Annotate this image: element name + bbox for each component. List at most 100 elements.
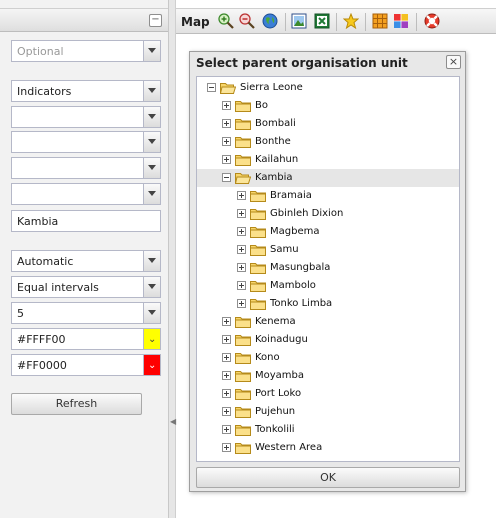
- expand-toggle-icon[interactable]: [222, 389, 231, 398]
- tree-node-bombali[interactable]: Bombali: [197, 115, 459, 133]
- expand-toggle-icon[interactable]: [222, 353, 231, 362]
- tree-node-label: Gbinleh Dixion: [270, 208, 344, 219]
- collapse-panel-button[interactable]: −: [149, 14, 162, 27]
- tree-node-label: Bonthe: [255, 136, 291, 147]
- tree-node-bonthe[interactable]: Bonthe: [197, 133, 459, 151]
- tree-node-label: Port Loko: [255, 388, 302, 399]
- tree-node-tonkolili[interactable]: Tonkolili: [197, 421, 459, 439]
- tree-node-label: Tonko Limba: [270, 298, 333, 309]
- folder-icon: [235, 101, 251, 112]
- expand-toggle-icon[interactable]: [222, 119, 231, 128]
- toolbar-separator: [416, 13, 417, 31]
- tree-node-label: Mambolo: [270, 280, 316, 291]
- tree-node-samu[interactable]: Samu: [197, 241, 459, 259]
- tree-node-moyamba[interactable]: Moyamba: [197, 367, 459, 385]
- panel-splitter[interactable]: ◀: [169, 0, 176, 518]
- expand-toggle-icon[interactable]: [237, 245, 246, 254]
- expand-toggle-icon[interactable]: [237, 209, 246, 218]
- org-unit-tree[interactable]: Sierra Leone Bo Bombali Bonthe Kailahun Kamb…: [196, 76, 460, 462]
- tree-node-pujehun[interactable]: Pujehun: [197, 403, 459, 421]
- chevron-down-icon[interactable]: [143, 184, 160, 204]
- collapse-toggle-icon[interactable]: [207, 83, 216, 92]
- chevron-down-icon[interactable]: [143, 303, 160, 323]
- tree-node-label: Kailahun: [255, 154, 299, 165]
- grid-legend-icon[interactable]: [372, 13, 388, 29]
- expand-toggle-icon[interactable]: [237, 191, 246, 200]
- export-image-icon[interactable]: [291, 13, 307, 29]
- legend-method-select[interactable]: Automatic: [11, 250, 161, 272]
- tree-node-kenema[interactable]: Kenema: [197, 313, 459, 331]
- tree-node-bo[interactable]: Bo: [197, 97, 459, 115]
- period-type-select[interactable]: [11, 157, 161, 179]
- folder-icon: [250, 263, 266, 274]
- org-unit-field[interactable]: Kambia: [11, 210, 161, 232]
- zoom-in-icon[interactable]: [218, 13, 234, 29]
- zoom-out-icon[interactable]: [239, 13, 255, 29]
- expand-toggle-icon[interactable]: [237, 281, 246, 290]
- tree-node-gbinleh-dixion[interactable]: Gbinleh Dixion: [197, 205, 459, 223]
- chevron-down-icon[interactable]: [143, 81, 160, 101]
- tree-node-kambia[interactable]: Kambia: [197, 169, 459, 187]
- indicator-group-select[interactable]: [11, 106, 161, 128]
- expand-toggle-icon[interactable]: [237, 263, 246, 272]
- tree-node-port-loko[interactable]: Port Loko: [197, 385, 459, 403]
- expand-toggle-icon[interactable]: [222, 335, 231, 344]
- low-color-field[interactable]: #FFFF00 ⌄: [11, 328, 161, 350]
- tree-node-mambolo[interactable]: Mambolo: [197, 277, 459, 295]
- value-type-select-value: Indicators: [17, 85, 72, 98]
- chevron-down-icon[interactable]: [143, 107, 160, 127]
- favorite-star-icon[interactable]: [342, 12, 360, 30]
- optional-select[interactable]: Optional: [11, 40, 161, 62]
- value-type-select[interactable]: Indicators: [11, 80, 161, 102]
- expand-toggle-icon[interactable]: [237, 227, 246, 236]
- refresh-button[interactable]: Refresh: [11, 393, 142, 415]
- classification-select[interactable]: Equal intervals: [11, 276, 161, 298]
- chevron-down-icon: ⌄: [148, 360, 157, 371]
- expand-toggle-icon[interactable]: [222, 101, 231, 110]
- tree-node-label: Samu: [270, 244, 299, 255]
- tree-node-magbema[interactable]: Magbema: [197, 223, 459, 241]
- tree-node-sierra-leone[interactable]: Sierra Leone: [197, 79, 459, 97]
- indicator-select[interactable]: [11, 131, 161, 153]
- globe-icon[interactable]: [262, 13, 278, 29]
- expand-toggle-icon[interactable]: [222, 407, 231, 416]
- folder-icon: [250, 227, 266, 238]
- period-select[interactable]: [11, 183, 161, 205]
- close-icon[interactable]: ×: [446, 55, 461, 69]
- chevron-down-icon[interactable]: [143, 277, 160, 297]
- dialog-title: Select parent organisation unit: [196, 56, 408, 70]
- tree-node-bramaia[interactable]: Bramaia: [197, 187, 459, 205]
- expand-toggle-icon[interactable]: [222, 155, 231, 164]
- expand-toggle-icon[interactable]: [222, 371, 231, 380]
- classification-value: Equal intervals: [17, 281, 99, 294]
- tree-node-label: Tonkolili: [255, 424, 295, 435]
- ok-button[interactable]: OK: [196, 467, 460, 488]
- chevron-down-icon[interactable]: [143, 251, 160, 271]
- low-color-swatch[interactable]: ⌄: [143, 329, 160, 349]
- expand-toggle-icon[interactable]: [222, 317, 231, 326]
- expand-toggle-icon[interactable]: [222, 137, 231, 146]
- tree-node-western-area[interactable]: Western Area: [197, 439, 459, 457]
- tree-node-kono[interactable]: Kono: [197, 349, 459, 367]
- tree-node-label: Koinadugu: [255, 334, 308, 345]
- high-color-swatch[interactable]: ⌄: [143, 355, 160, 375]
- collapse-toggle-icon[interactable]: [222, 173, 231, 182]
- tree-node-koinadugu[interactable]: Koinadugu: [197, 331, 459, 349]
- tree-node-masungbala[interactable]: Masungbala: [197, 259, 459, 277]
- chevron-down-icon[interactable]: [143, 41, 160, 61]
- chevron-down-icon[interactable]: [143, 158, 160, 178]
- color-grid-icon[interactable]: [393, 13, 409, 29]
- expand-toggle-icon[interactable]: [222, 443, 231, 452]
- collapse-arrow-icon[interactable]: ◀: [170, 417, 176, 426]
- tree-node-label: Kenema: [255, 316, 296, 327]
- high-color-field[interactable]: #FF0000 ⌄: [11, 354, 161, 376]
- export-excel-icon[interactable]: [314, 13, 330, 29]
- tree-node-kailahun[interactable]: Kailahun: [197, 151, 459, 169]
- tree-node-tonko-limba[interactable]: Tonko Limba: [197, 295, 459, 313]
- classes-select[interactable]: 5: [11, 302, 161, 324]
- legend-method-value: Automatic: [17, 255, 74, 268]
- expand-toggle-icon[interactable]: [222, 425, 231, 434]
- help-lifebuoy-icon[interactable]: [424, 13, 440, 29]
- chevron-down-icon[interactable]: [143, 132, 160, 152]
- expand-toggle-icon[interactable]: [237, 299, 246, 308]
